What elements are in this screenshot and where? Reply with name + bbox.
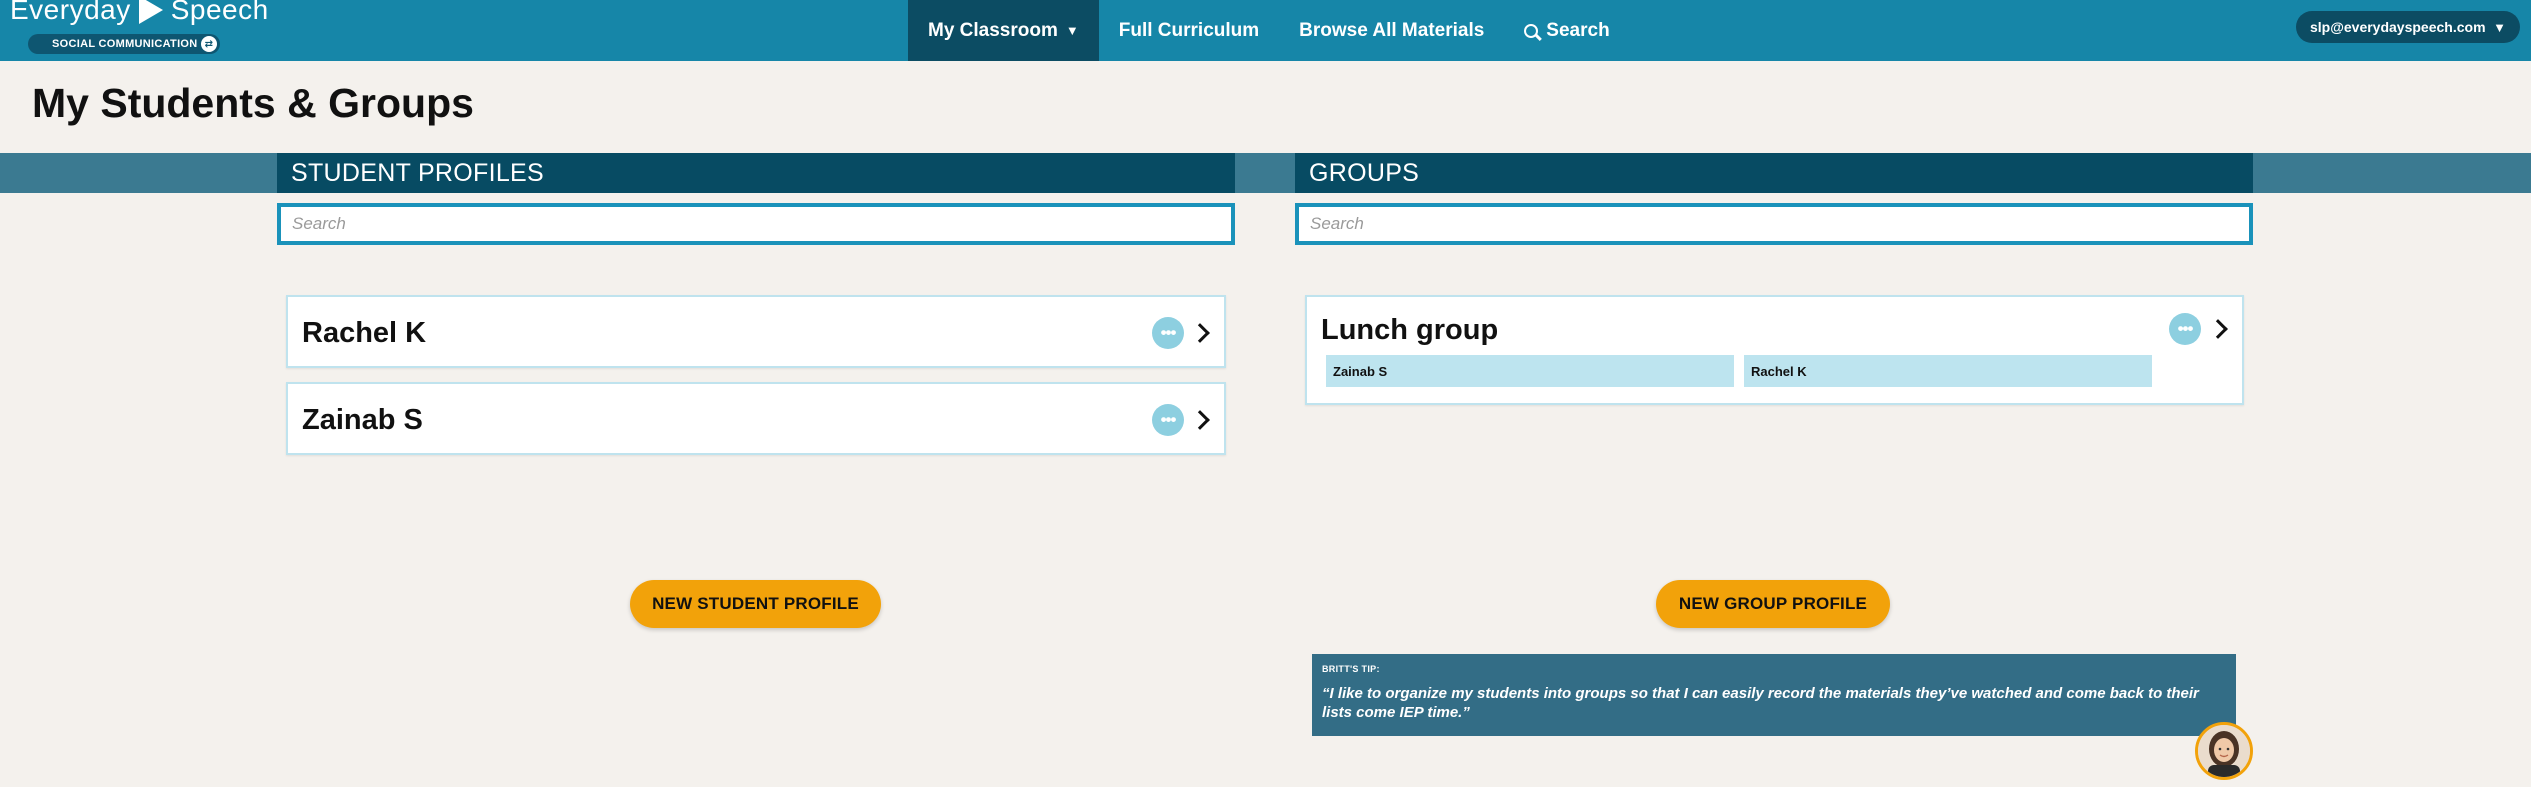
student-profiles-heading-text: STUDENT PROFILES bbox=[291, 158, 544, 187]
nav-full-curriculum-label: Full Curriculum bbox=[1118, 19, 1260, 41]
chevron-right-icon[interactable] bbox=[1190, 323, 1210, 343]
student-search-placeholder: Search bbox=[292, 214, 346, 233]
new-group-profile-button[interactable]: NEW GROUP PROFILE bbox=[1656, 580, 1890, 628]
group-member-chip: Zainab S bbox=[1326, 355, 1734, 387]
chevron-down-icon: ▼ bbox=[1065, 23, 1079, 38]
search-icon bbox=[1524, 23, 1539, 38]
student-card[interactable]: Zainab S ••• bbox=[286, 382, 1226, 455]
more-options-icon[interactable]: ••• bbox=[1152, 404, 1184, 436]
avatar-image bbox=[2198, 725, 2250, 777]
tip-box: BRITT'S TIP: “I like to organize my stud… bbox=[1312, 654, 2236, 736]
chevron-down-icon: ▼ bbox=[2493, 19, 2506, 35]
chevron-right-icon[interactable] bbox=[1190, 410, 1210, 430]
student-profiles-heading: STUDENT PROFILES bbox=[277, 153, 1235, 193]
group-card[interactable]: Lunch group ••• Zainab S Rachel K bbox=[1305, 295, 2244, 405]
groups-heading: GROUPS bbox=[1295, 153, 2253, 193]
nav-search[interactable]: Search bbox=[1504, 0, 1629, 61]
group-search-placeholder: Search bbox=[1310, 214, 1364, 233]
more-options-icon[interactable]: ••• bbox=[1152, 317, 1184, 349]
nav-browse-all-materials[interactable]: Browse All Materials bbox=[1279, 0, 1504, 61]
new-group-profile-label: NEW GROUP PROFILE bbox=[1678, 594, 1868, 613]
group-search-input[interactable]: Search bbox=[1295, 203, 2253, 245]
page-title: My Students & Groups bbox=[32, 80, 474, 126]
account-email: slp@everydayspeech.com bbox=[2310, 19, 2486, 35]
nav-my-classroom-label: My Classroom bbox=[928, 19, 1058, 41]
group-name: Lunch group bbox=[1321, 314, 1499, 346]
brand-name-right: Speech bbox=[170, 0, 269, 25]
tip-label: BRITT'S TIP: bbox=[1322, 664, 1380, 674]
student-name: Rachel K bbox=[302, 317, 427, 349]
student-card[interactable]: Rachel K ••• bbox=[286, 295, 1226, 368]
more-options-icon[interactable]: ••• bbox=[2169, 313, 2201, 345]
new-student-profile-label: NEW STUDENT PROFILE bbox=[652, 594, 859, 613]
program-selector[interactable]: SOCIAL COMMUNICATION ⇄ bbox=[28, 34, 220, 54]
top-navigation-bar: Everyday Speech SOCIAL COMMUNICATION ⇄ M… bbox=[0, 0, 2531, 61]
swap-icon[interactable]: ⇄ bbox=[201, 36, 217, 52]
nav-search-label: Search bbox=[1546, 19, 1610, 41]
chevron-right-icon[interactable] bbox=[2208, 319, 2228, 339]
student-name: Zainab S bbox=[302, 404, 423, 436]
tip-text: “I like to organize my students into gro… bbox=[1322, 685, 2199, 721]
student-search-input[interactable]: Search bbox=[277, 203, 1235, 245]
account-menu[interactable]: slp@everydayspeech.com ▼ bbox=[2296, 11, 2520, 43]
play-logo-icon bbox=[138, 0, 163, 24]
nav-my-classroom[interactable]: My Classroom ▼ bbox=[908, 0, 1099, 61]
group-member-chip: Rachel K bbox=[1744, 355, 2152, 387]
groups-heading-text: GROUPS bbox=[1309, 158, 1420, 187]
avatar bbox=[2195, 722, 2253, 780]
nav-browse-all-materials-label: Browse All Materials bbox=[1299, 19, 1485, 41]
nav-full-curriculum[interactable]: Full Curriculum bbox=[1099, 0, 1279, 61]
new-student-profile-button[interactable]: NEW STUDENT PROFILE bbox=[630, 580, 881, 628]
brand-logo[interactable]: Everyday Speech bbox=[10, 0, 269, 26]
program-label: SOCIAL COMMUNICATION bbox=[52, 38, 198, 50]
main-nav: My Classroom ▼ Full Curriculum Browse Al… bbox=[908, 0, 1630, 61]
brand-name-left: Everyday bbox=[10, 0, 131, 25]
